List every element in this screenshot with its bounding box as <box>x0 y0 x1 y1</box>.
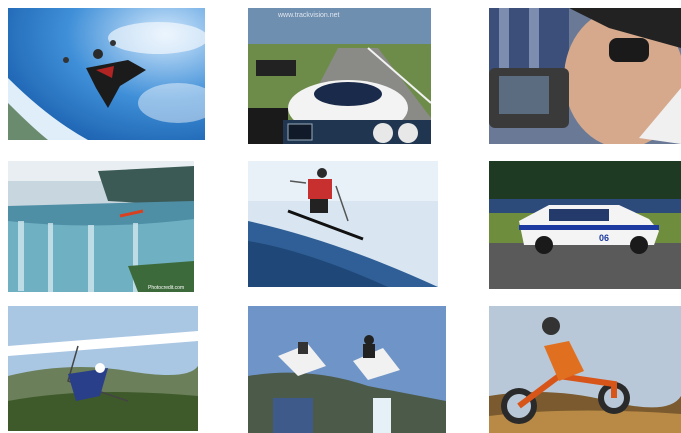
wingsuit-image <box>8 8 205 140</box>
thumbnail-snowmobile-jump[interactable] <box>248 306 446 433</box>
race-car-image: www.trackvision.net <box>248 8 431 144</box>
thumbnail-niagara-falls-kayaker[interactable]: Photocredit.com <box>8 161 194 292</box>
thumbnail-race-car-cockpit[interactable]: www.trackvision.net <box>248 8 431 144</box>
mustang-image: 06 <box>489 161 681 289</box>
motocross-image <box>489 306 681 433</box>
skier-image <box>248 161 438 287</box>
hang-glider-image <box>8 306 198 431</box>
photo-credit-watermark: Photocredit.com <box>148 285 184 291</box>
thumbnail-mustang-race-car[interactable]: 06 <box>489 161 681 289</box>
thumbnail-hang-glider[interactable] <box>8 306 198 431</box>
car-number: 06 <box>599 233 609 243</box>
thumbnail-skier-jump[interactable] <box>248 161 438 287</box>
trackvision-watermark: www.trackvision.net <box>277 12 340 19</box>
thumbnail-cameraman-headset[interactable] <box>489 8 681 144</box>
waterfall-image: Photocredit.com <box>8 161 194 292</box>
image-gallery: www.trackvision.net Photocredit.com 06 <box>0 0 681 433</box>
thumbnail-wingsuit-skydiver[interactable] <box>8 8 205 140</box>
snowmobile-image <box>248 306 446 433</box>
cameraman-image <box>489 8 681 144</box>
thumbnail-motocross-jump[interactable] <box>489 306 681 433</box>
